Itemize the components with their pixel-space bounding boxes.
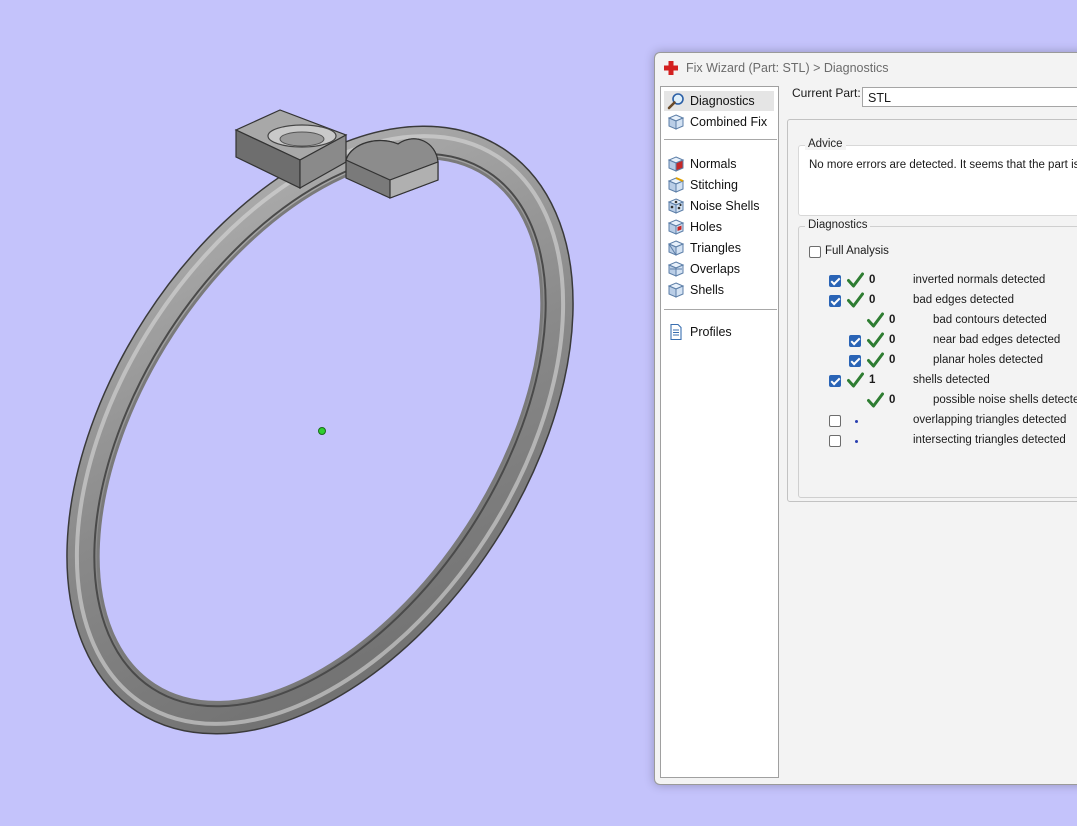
row-label: overlapping triangles detected xyxy=(913,414,1067,426)
row-count: 0 xyxy=(889,354,896,366)
row-checkbox-near-bad-edges[interactable] xyxy=(849,335,861,347)
sidebar-item-diagnostics[interactable]: Diagnostics xyxy=(664,91,774,111)
pivot-point-icon xyxy=(318,427,326,435)
row-label: intersecting triangles detected xyxy=(913,434,1066,446)
row-count: 0 xyxy=(889,314,896,326)
advice-group: Advice No more errors are detected. It s… xyxy=(798,138,1077,216)
sidebar-item-triangles[interactable]: Triangles xyxy=(664,238,774,258)
normals-cube-icon xyxy=(667,156,685,172)
titlebar: Fix Wizard (Part: STL) > Diagnostics xyxy=(655,53,1077,83)
sidebar-separator xyxy=(664,309,777,310)
advice-title: Advice xyxy=(805,138,846,150)
shells-cube-icon xyxy=(667,282,685,298)
sidebar-item-holes[interactable]: Holes xyxy=(664,217,774,237)
fix-wizard-dialog: Fix Wizard (Part: STL) > Diagnostics Dia… xyxy=(654,52,1077,785)
row-label: near bad edges detected xyxy=(933,334,1061,346)
row-checkbox-inverted-normals[interactable] xyxy=(829,275,841,287)
row-label: shells detected xyxy=(913,374,990,386)
sidebar-item-profiles[interactable]: Profiles xyxy=(664,322,774,342)
row-count: 1 xyxy=(869,374,876,386)
cube-icon xyxy=(667,114,685,130)
row-label: planar holes detected xyxy=(933,354,1043,366)
current-part-label: Current Part: xyxy=(792,86,861,100)
full-analysis-checkbox[interactable] xyxy=(809,246,821,258)
row-checkbox-overlapping-triangles[interactable] xyxy=(829,415,841,427)
app-cross-icon xyxy=(664,61,678,75)
row-count: 0 xyxy=(869,274,876,286)
magnifier-icon xyxy=(667,93,684,110)
current-part-field[interactable]: STL xyxy=(862,87,1077,107)
row-checkbox-planar-holes[interactable] xyxy=(849,355,861,367)
green-check-icon xyxy=(867,392,884,408)
row-count: 0 xyxy=(869,294,876,306)
stitching-cube-icon xyxy=(667,177,685,193)
sidebar-separator xyxy=(664,139,777,140)
row-count: 0 xyxy=(889,394,896,406)
sidebar-item-noise-shells[interactable]: Noise Shells xyxy=(664,196,774,216)
row-checkbox-shells[interactable] xyxy=(829,375,841,387)
document-icon xyxy=(670,323,682,341)
diagnostics-title: Diagnostics xyxy=(805,219,871,231)
green-check-icon xyxy=(847,292,864,308)
green-check-icon xyxy=(867,312,884,328)
row-label: possible noise shells detected xyxy=(933,394,1077,406)
green-check-icon xyxy=(847,272,864,288)
row-count: 0 xyxy=(889,334,896,346)
row-label: bad contours detected xyxy=(933,314,1047,326)
green-check-icon xyxy=(847,372,864,388)
row-label: bad edges detected xyxy=(913,294,1015,306)
triangles-cube-icon xyxy=(667,240,685,256)
sidebar-item-shells[interactable]: Shells xyxy=(664,280,774,300)
wizard-sidebar: Diagnostics Combined Fix Normals Stitchi… xyxy=(660,86,779,778)
dialog-title: Fix Wizard (Part: STL) > Diagnostics xyxy=(686,61,889,75)
sidebar-item-combined-fix[interactable]: Combined Fix xyxy=(664,112,774,132)
sidebar-item-stitching[interactable]: Stitching xyxy=(664,175,774,195)
pending-dot-icon xyxy=(855,420,858,423)
green-check-icon xyxy=(867,332,884,348)
full-analysis-label: Full Analysis xyxy=(825,245,889,257)
diagnostics-group: Diagnostics Full Analysis 0 inverted nor… xyxy=(798,219,1077,498)
row-label: inverted normals detected xyxy=(913,274,1046,286)
holes-cube-icon xyxy=(667,219,685,235)
heart-clasp xyxy=(345,138,439,199)
overlaps-cube-icon xyxy=(667,261,685,277)
sidebar-item-overlaps[interactable]: Overlaps xyxy=(664,259,774,279)
advice-text: No more errors are detected. It seems th… xyxy=(809,159,1077,171)
diagnostics-panel: Advice No more errors are detected. It s… xyxy=(787,119,1077,502)
green-check-icon xyxy=(867,352,884,368)
sidebar-item-normals[interactable]: Normals xyxy=(664,154,774,174)
noise-shells-cube-icon xyxy=(667,198,685,214)
row-checkbox-bad-edges[interactable] xyxy=(829,295,841,307)
row-checkbox-intersecting-triangles[interactable] xyxy=(829,435,841,447)
pending-dot-icon xyxy=(855,440,858,443)
